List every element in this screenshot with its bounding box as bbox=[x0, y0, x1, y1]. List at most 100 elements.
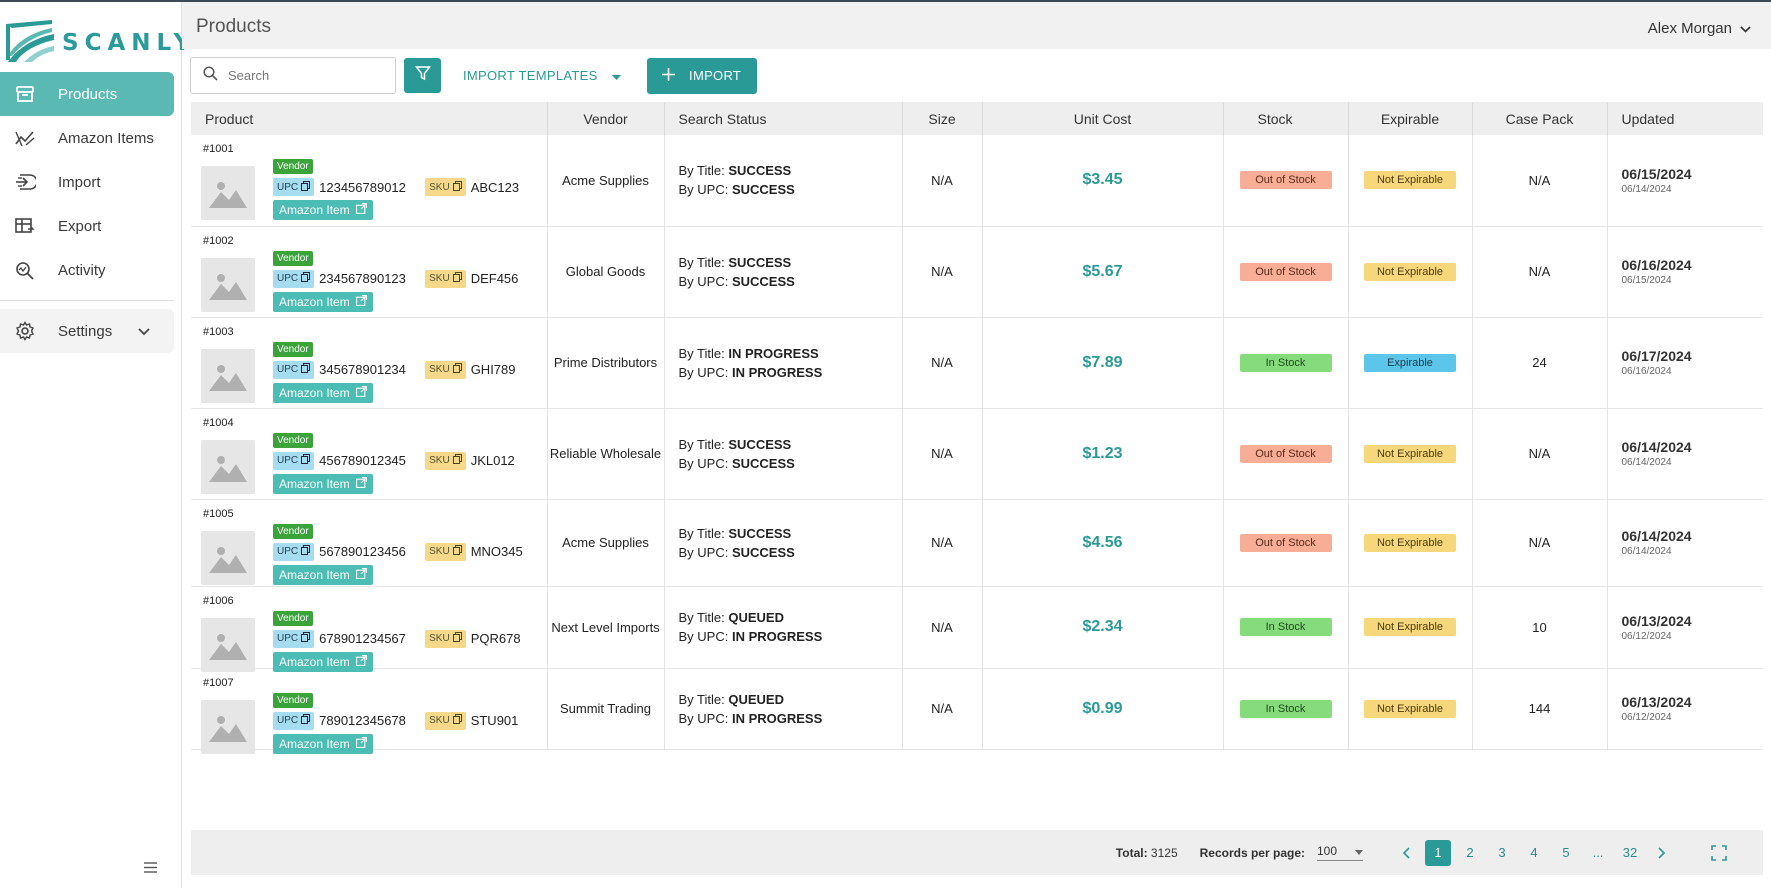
codes-row: UPC 123456789012 SKU ABC123 bbox=[273, 178, 519, 196]
sku-copy-button[interactable]: SKU bbox=[425, 360, 466, 379]
upc-value: 456789012345 bbox=[319, 453, 406, 468]
amazon-item-link[interactable]: Amazon Item bbox=[273, 473, 373, 494]
sidebar-item-activity[interactable]: Activity bbox=[0, 248, 174, 292]
copy-icon bbox=[452, 363, 462, 376]
vendor-cell: Next Level Imports bbox=[547, 586, 665, 669]
title-status-label: By Title: bbox=[678, 691, 725, 707]
size-cell: N/A bbox=[902, 135, 983, 227]
search-box[interactable] bbox=[190, 57, 396, 94]
sidebar-item-settings[interactable]: Settings bbox=[0, 309, 174, 353]
upc-copy-button[interactable]: UPC bbox=[273, 451, 315, 470]
sku-copy-button[interactable]: SKU bbox=[425, 629, 466, 648]
amazon-item-link[interactable]: Amazon Item bbox=[273, 291, 373, 312]
codes-row: UPC 567890123456 SKU MNO345 bbox=[273, 542, 523, 561]
table-row[interactable]: #1001 Vendor UPC 123456789012 SKU ABC123… bbox=[191, 135, 1763, 227]
import-templates-dropdown[interactable]: IMPORT TEMPLATES bbox=[463, 68, 621, 83]
upc-copy-button[interactable]: UPC bbox=[273, 269, 315, 288]
amazon-item-link[interactable]: Amazon Item bbox=[273, 200, 373, 220]
next-page-button[interactable] bbox=[1649, 840, 1675, 866]
copy-icon bbox=[301, 714, 311, 727]
created-date: 06/14/2024 bbox=[1621, 546, 1672, 557]
page-button[interactable]: 1 bbox=[1425, 839, 1451, 866]
codes-row: UPC 456789012345 SKU JKL012 bbox=[273, 451, 515, 470]
amazon-item-link[interactable]: Amazon Item bbox=[273, 382, 373, 403]
amazon-item-link[interactable]: Amazon Item bbox=[273, 733, 373, 754]
product-id: #1002 bbox=[203, 234, 234, 247]
upc-copy-button[interactable]: UPC bbox=[273, 711, 315, 730]
page-button[interactable]: 32 bbox=[1617, 840, 1643, 866]
table-row[interactable]: #1004 Vendor UPC 456789012345 SKU JKL012… bbox=[191, 408, 1763, 500]
user-menu[interactable]: Alex Morgan bbox=[1648, 20, 1751, 37]
expirable-cell: Expirable bbox=[1348, 317, 1473, 409]
upc-label: UPC bbox=[277, 633, 299, 644]
search-input[interactable] bbox=[228, 68, 378, 83]
filter-button[interactable] bbox=[404, 58, 441, 93]
import-label: IMPORT bbox=[689, 68, 742, 83]
column-header-case-pack[interactable]: Case Pack bbox=[1472, 102, 1608, 135]
page-button[interactable]: 3 bbox=[1489, 840, 1515, 866]
sku-copy-button[interactable]: SKU bbox=[425, 269, 466, 288]
sku-copy-button[interactable]: SKU bbox=[425, 711, 466, 730]
upc-status-value: IN PROGRESS bbox=[731, 629, 823, 644]
upc-value: 234567890123 bbox=[319, 271, 406, 286]
unit-cost-cell: $0.99 bbox=[982, 668, 1224, 750]
table-row[interactable]: #1002 Vendor UPC 234567890123 SKU DEF456… bbox=[191, 226, 1763, 318]
vendor-cell: Summit Trading bbox=[547, 668, 665, 750]
sidebar-item-export[interactable]: Export bbox=[0, 204, 174, 248]
product-badges: Vendor UPC 123456789012 SKU ABC123 Amazo… bbox=[273, 157, 519, 220]
expirable-badge: Not Expirable bbox=[1364, 618, 1456, 636]
upc-copy-button[interactable]: UPC bbox=[273, 629, 315, 648]
page-button[interactable]: 5 bbox=[1553, 840, 1579, 866]
gear-icon bbox=[14, 320, 36, 342]
upc-label: UPC bbox=[277, 715, 299, 726]
title-status-label: By Title: bbox=[678, 610, 725, 625]
upc-copy-button[interactable]: UPC bbox=[273, 360, 315, 379]
stock-badge: In Stock bbox=[1239, 618, 1332, 636]
menu-collapse-icon[interactable] bbox=[144, 860, 158, 876]
pagination-ellipsis: ... bbox=[1592, 845, 1604, 860]
product-id: #1005 bbox=[203, 507, 234, 520]
table-row[interactable]: #1005 Vendor UPC 567890123456 SKU MNO345… bbox=[191, 499, 1763, 587]
fullscreen-icon[interactable] bbox=[1711, 844, 1727, 861]
stock-cell: Out of Stock bbox=[1223, 408, 1349, 500]
records-per-page-select[interactable]: 100 bbox=[1317, 844, 1363, 861]
brand-logo[interactable]: SCANLY bbox=[4, 18, 196, 62]
upc-copy-button[interactable]: UPC bbox=[273, 542, 315, 561]
vendor-badge: Vendor bbox=[273, 610, 313, 626]
sku-copy-button[interactable]: SKU bbox=[425, 542, 466, 561]
column-header-vendor[interactable]: Vendor bbox=[547, 102, 665, 135]
caret-down-icon bbox=[611, 68, 621, 83]
sidebar-item-products[interactable]: Products bbox=[0, 72, 174, 116]
column-header-product[interactable]: Product bbox=[191, 102, 548, 135]
table-row[interactable]: #1003 Vendor UPC 345678901234 SKU GHI789… bbox=[191, 317, 1763, 409]
records-per-page-value: 100 bbox=[1317, 844, 1338, 858]
column-header-updated[interactable]: Updated bbox=[1607, 102, 1763, 135]
upc-status-label: By UPC: bbox=[678, 273, 729, 289]
updated-cell: 06/17/2024 06/16/2024 bbox=[1607, 317, 1763, 409]
plus-icon bbox=[662, 67, 676, 84]
amazon-item-link[interactable]: Amazon Item bbox=[273, 564, 373, 585]
unit-cost-cell: $4.56 bbox=[982, 499, 1224, 587]
product-badges: Vendor UPC 345678901234 SKU GHI789 Amazo… bbox=[273, 340, 516, 403]
upc-copy-button[interactable]: UPC bbox=[273, 178, 315, 196]
upc-value: 789012345678 bbox=[319, 713, 406, 728]
sidebar-item-amazon-items[interactable]: Amazon Items bbox=[0, 116, 174, 160]
column-header-search-status[interactable]: Search Status bbox=[664, 102, 903, 135]
sku-copy-button[interactable]: SKU bbox=[425, 451, 466, 470]
table-row[interactable]: #1006 Vendor UPC 678901234567 SKU PQR678… bbox=[191, 586, 1763, 672]
title-status-value: SUCCESS bbox=[728, 525, 792, 541]
column-header-expirable[interactable]: Expirable bbox=[1348, 102, 1473, 135]
sidebar-item-import[interactable]: Import bbox=[0, 160, 174, 204]
user-name: Alex Morgan bbox=[1647, 20, 1732, 37]
column-header-stock[interactable]: Stock bbox=[1223, 102, 1349, 135]
import-button[interactable]: IMPORT bbox=[646, 57, 757, 94]
title-status-label: By Title: bbox=[678, 436, 725, 452]
column-header-unit-cost[interactable]: Unit Cost bbox=[982, 102, 1224, 135]
table-row[interactable]: #1007 Vendor UPC 789012345678 SKU STU901… bbox=[191, 668, 1763, 754]
page-button[interactable]: 4 bbox=[1521, 840, 1547, 866]
prev-page-button[interactable] bbox=[1393, 840, 1419, 866]
page-button[interactable]: 2 bbox=[1457, 840, 1483, 866]
sku-copy-button[interactable]: SKU bbox=[425, 178, 466, 196]
stock-badge: In Stock bbox=[1239, 699, 1332, 718]
column-header-size[interactable]: Size bbox=[902, 102, 983, 135]
